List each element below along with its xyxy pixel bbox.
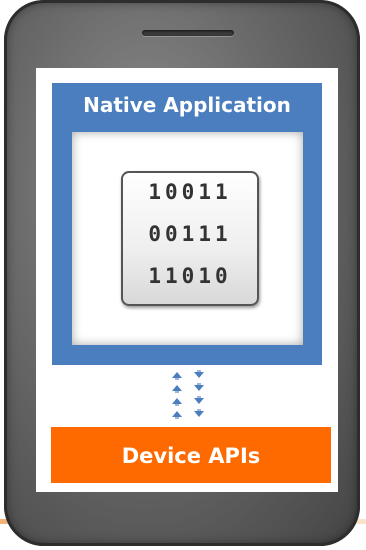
binary-row-3: 11010: [148, 264, 232, 288]
binary-row-2: 00111: [148, 222, 232, 246]
diagram-canvas: Native Application 10011 00111 11010 Dev…: [0, 0, 366, 550]
device-apis-label: Device APIs: [121, 444, 261, 468]
phone-speaker: [142, 30, 234, 36]
binary-row-1: 10011: [148, 180, 232, 204]
native-application-label: Native Application: [83, 93, 291, 117]
bidirectional-arrows-icon: [172, 370, 204, 419]
